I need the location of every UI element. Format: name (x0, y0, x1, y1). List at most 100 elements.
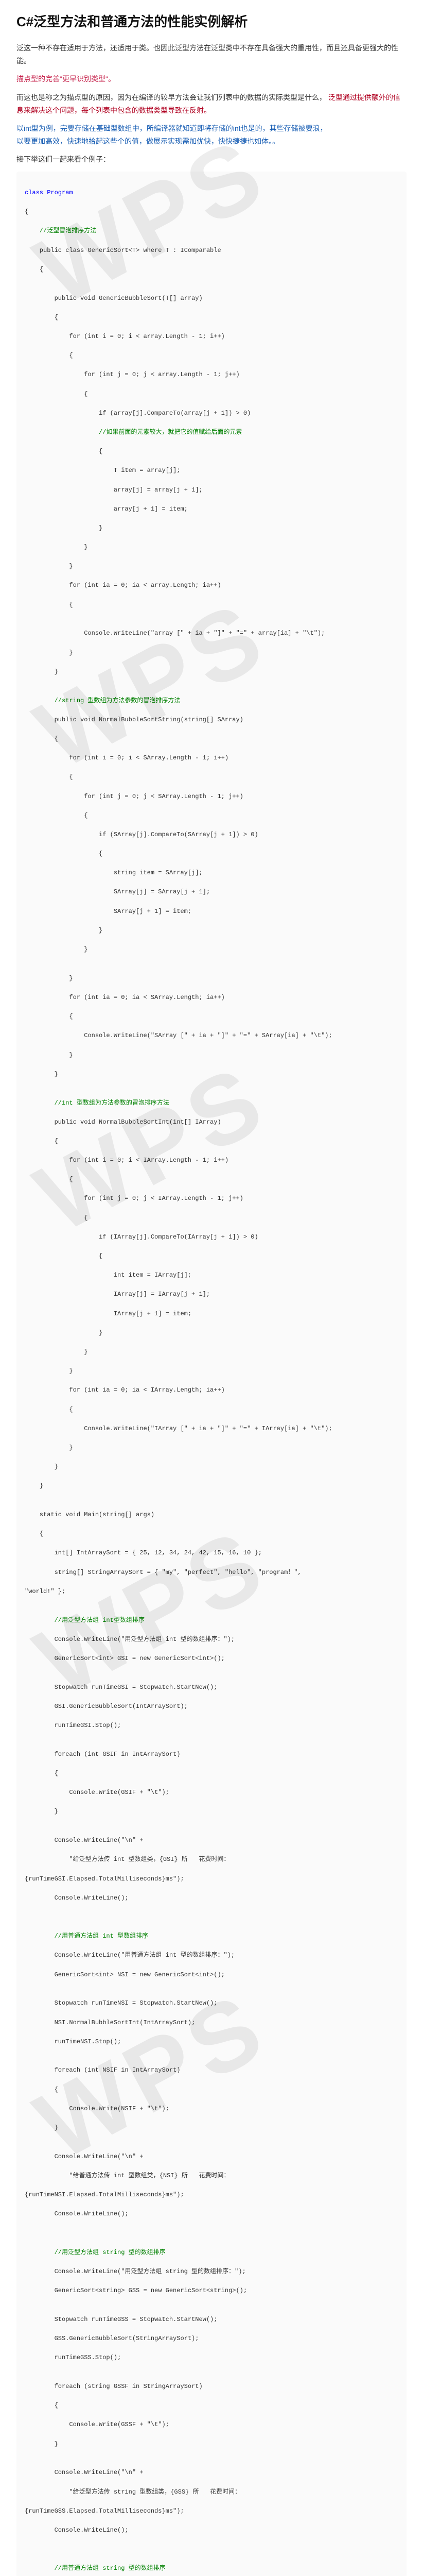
code-line: Console.WriteLine("\n" + (25, 2152, 398, 2162)
intro-paragraph-4: 接下举这们一起来看个例子： (16, 153, 407, 166)
code-line: int[] IntArraySort = { 25, 12, 34, 24, 4… (25, 1548, 398, 1558)
code-line: Console.WriteLine("array [" + ia + "]" +… (25, 629, 398, 638)
code-line: Console.WriteLine("SArray [" + ia + "]" … (25, 1031, 398, 1041)
code-line: "给泛型方法传 int 型数组类，{GSI} 所 花费时间： (25, 1855, 398, 1865)
code-line: string item = SArray[j]; (25, 868, 398, 878)
code-comment: //int 型数组为方法参数的冒泡排序方法 (25, 1098, 398, 1108)
code-line: { (25, 2085, 398, 2095)
code-line: for (int i = 0; i < IArray.Length - 1; i… (25, 1156, 398, 1165)
code-line: { (25, 1529, 398, 1539)
text: 而这也是称之为描点型的原因，因为在编译的较早方法会让我们列表中的数据的实际类型是… (16, 93, 326, 101)
code-line: Console.WriteLine("用泛型方法组 string 型的数组排序：… (25, 2267, 398, 2277)
code-line: { (25, 849, 398, 859)
code-line: foreach (int GSIF in IntArraySort) (25, 1750, 398, 1759)
code-line: { (25, 734, 398, 744)
code-line: Stopwatch runTimeGSI = Stopwatch.StartNe… (25, 1683, 398, 1692)
code-line: Console.Write(NSIF + "\t"); (25, 2104, 398, 2114)
code-line: runTimeGSS.Stop(); (25, 2353, 398, 2363)
code-line: public void NormalBubbleSortString(strin… (25, 715, 398, 725)
code-line: { (25, 1251, 398, 1261)
code-line: } (25, 1050, 398, 1060)
code-line: } (25, 562, 398, 571)
code-line: { (25, 1137, 398, 1146)
code-line: } (25, 974, 398, 984)
code-line: Console.WriteLine("\n" + (25, 2468, 398, 2478)
code-line: public class GenericSort<T> where T : IC… (25, 246, 398, 256)
code-line: Console.WriteLine(); (25, 2209, 398, 2219)
code-line: { (25, 313, 398, 323)
code-comment: //string 型数组为方法参数的冒泡排序方法 (25, 696, 398, 706)
code-line: Console.Write(GSIF + "\t"); (25, 1788, 398, 1798)
code-line: { (25, 600, 398, 610)
page-title: C#泛型方法和普通方法的性能实例解析 (16, 11, 407, 30)
intro-paragraph-2: 而这也是称之为描点型的原因，因为在编译的较早方法会让我们列表中的数据的实际类型是… (16, 91, 407, 117)
code-line: } (25, 926, 398, 936)
text-blue: 以要更加高效，快速地拾起这些个的值，做展示实现需加优快，快快捷捷也如体。。 (16, 137, 279, 145)
code-line: { (25, 1213, 398, 1223)
code-line: Console.WriteLine(); (25, 1893, 398, 1903)
code-line: NSI.NormalBubbleSortInt(IntArraySort); (25, 2018, 398, 2028)
code-line: {runTimeGSI.Elapsed.TotalMilliseconds}ms… (25, 1874, 398, 1884)
code-line: array[j] = array[j + 1]; (25, 485, 398, 495)
code-line: Console.WriteLine("用普通方法组 int 型的数组排序："); (25, 1951, 398, 1960)
code-line: Console.WriteLine("\n" + (25, 1836, 398, 1845)
text-blue: 以int型为例，完要存储在基础型数组中，所编译器就知道即将存储的int也是的，其… (16, 124, 327, 132)
intro-paragraph-1: 泛这一种不存在适用于方法，还适用于类。也因此泛型方法在泛型类中不存在具备强大的重… (16, 42, 407, 67)
code-line: } (25, 543, 398, 552)
code-line: { (25, 207, 398, 217)
code-line: Console.WriteLine(); (25, 2526, 398, 2535)
code-line: SArray[j + 1] = item; (25, 907, 398, 917)
code-line: } (25, 648, 398, 658)
code-line: Stopwatch runTimeNSI = Stopwatch.StartNe… (25, 1998, 398, 2008)
intro-paragraph-3: 以int型为例，完要存储在基础型数组中，所编译器就知道即将存储的int也是的，其… (16, 122, 407, 148)
code-line: { (25, 2401, 398, 2411)
code-line: if (SArray[j].CompareTo(SArray[j + 1]) >… (25, 830, 398, 840)
code-line: array[j + 1] = item; (25, 504, 398, 514)
code-line: GenericSort<int> NSI = new GenericSort<i… (25, 1970, 398, 1980)
code-line: public void NormalBubbleSortInt(int[] IA… (25, 1117, 398, 1127)
code-line: for (int ia = 0; ia < IArray.Length; ia+… (25, 1385, 398, 1395)
code-line: Console.WriteLine("用泛型方法组 int 型的数组排序："); (25, 1635, 398, 1645)
code-line: GSI.GenericBubbleSort(IntArraySort); (25, 1702, 398, 1711)
code-line: } (25, 1366, 398, 1376)
code-line: class Program (25, 188, 398, 198)
highlight-paragraph: 描点型的完善"更早识别类型"。 (16, 73, 407, 86)
code-line: static void Main(string[] args) (25, 1510, 398, 1520)
code-comment: //用普通方法组 int 型数组排序 (25, 1931, 398, 1941)
code-line: { (25, 447, 398, 456)
code-line: Stopwatch runTimeGSS = Stopwatch.StartNe… (25, 2315, 398, 2325)
code-comment: //泛型冒泡排序方法 (25, 226, 398, 236)
code-line: string[] StringArraySort = { "my", "perf… (25, 1568, 398, 1578)
code-line: runTimeNSI.Stop(); (25, 2037, 398, 2047)
code-line: { (25, 1175, 398, 1184)
code-line: { (25, 265, 398, 275)
code-comment: //用泛型方法组 int型数组排序 (25, 1616, 398, 1625)
code-line: } (25, 523, 398, 533)
code-line: { (25, 1405, 398, 1415)
code-line: "给普通方法传 int 型数组类，{NSI} 所 花费时间： (25, 2171, 398, 2181)
code-block: class Program { //泛型冒泡排序方法 public class … (16, 172, 407, 2576)
code-line: for (int i = 0; i < SArray.Length - 1; i… (25, 753, 398, 763)
code-comment: //用普通方法组 string 型的数组排序 (25, 2564, 398, 2573)
code-line: "world!" }; (25, 1587, 398, 1597)
code-line: } (25, 945, 398, 955)
code-line: for (int ia = 0; ia < SArray.Length; ia+… (25, 993, 398, 1003)
code-line: } (25, 1347, 398, 1357)
code-line: } (25, 1462, 398, 1472)
code-line: { (25, 811, 398, 821)
code-line: { (25, 1769, 398, 1778)
code-line: for (int j = 0; j < IArray.Length - 1; j… (25, 1194, 398, 1204)
code-line: } (25, 1481, 398, 1491)
code-line: runTimeGSI.Stop(); (25, 1721, 398, 1731)
code-line: } (25, 1328, 398, 1338)
code-line: foreach (int NSIF in IntArraySort) (25, 2065, 398, 2075)
code-line: } (25, 2123, 398, 2133)
code-line: { (25, 351, 398, 361)
code-line: foreach (string GSSF in StringArraySort) (25, 2382, 398, 2392)
code-line: { (25, 389, 398, 399)
code-line: Console.WriteLine("IArray [" + ia + "]" … (25, 1424, 398, 1434)
code-line: } (25, 1070, 398, 1079)
code-line: GenericSort<string> GSS = new GenericSor… (25, 2286, 398, 2296)
code-line: if (IArray[j].CompareTo(IArray[j + 1]) >… (25, 1232, 398, 1242)
code-line: {runTimeGSS.Elapsed.TotalMilliseconds}ms… (25, 2506, 398, 2516)
